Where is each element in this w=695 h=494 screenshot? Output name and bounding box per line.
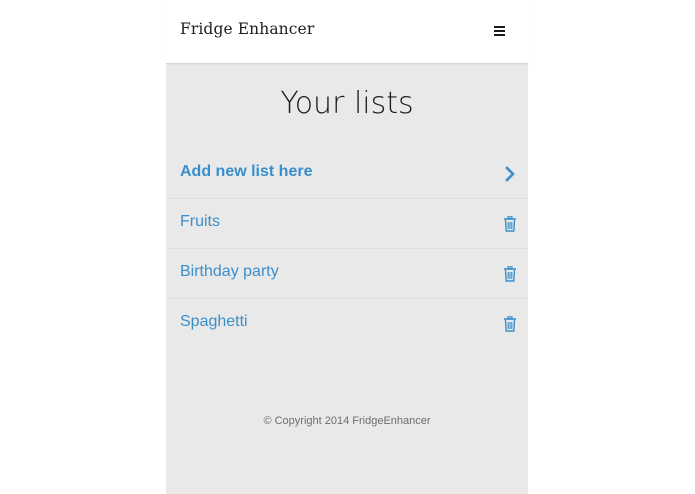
brand-title[interactable]: Fridge Enhancer bbox=[180, 20, 314, 38]
trash-icon[interactable] bbox=[503, 266, 517, 282]
hamburger-menu-icon[interactable] bbox=[494, 26, 507, 37]
trash-icon[interactable] bbox=[503, 216, 517, 232]
navbar: Fridge Enhancer bbox=[166, 0, 528, 64]
list-item-birthday-party[interactable]: Birthday party bbox=[166, 249, 528, 299]
list-item-label: Birthday party bbox=[180, 263, 279, 280]
page-title: Your lists bbox=[280, 86, 414, 121]
list-item-fruits[interactable]: Fruits bbox=[166, 199, 528, 249]
chevron-right-icon bbox=[505, 166, 515, 182]
trash-icon[interactable] bbox=[503, 316, 517, 332]
menu-bar-middle bbox=[494, 30, 505, 32]
menu-bar-top bbox=[494, 26, 505, 28]
list-item-label: Fruits bbox=[180, 213, 220, 230]
add-new-list-label: Add new list here bbox=[180, 163, 313, 180]
menu-bar-bottom bbox=[494, 34, 505, 36]
list-item-spaghetti[interactable]: Spaghetti bbox=[166, 299, 528, 348]
lists-container: Add new list here Fruits Birthday party bbox=[166, 149, 528, 348]
footer-copyright: © Copyright 2014 FridgeEnhancer bbox=[263, 415, 431, 427]
add-new-list-item[interactable]: Add new list here bbox=[166, 149, 528, 199]
list-item-label: Spaghetti bbox=[180, 313, 248, 330]
app-container: Fridge Enhancer Your lists Add new list … bbox=[166, 0, 528, 494]
